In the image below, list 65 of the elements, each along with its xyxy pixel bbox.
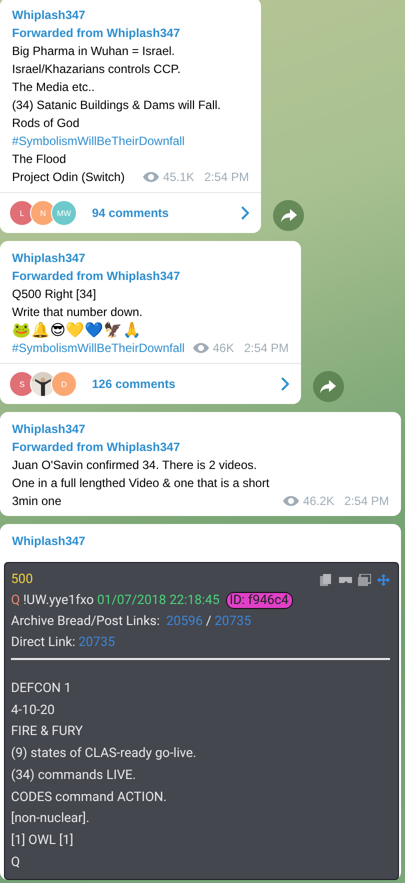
share-button[interactable] [312, 371, 344, 402]
forwarded-from[interactable]: Forwarded from Whiplash347 [12, 267, 180, 285]
chevron-icon[interactable] [280, 377, 289, 391]
user-avatar: S [9, 371, 35, 397]
post-text: FIRE & FURY [11, 723, 83, 742]
message-text: Project Odin (Switch) [12, 169, 125, 186]
message-text: Q500 Right [34] [12, 286, 96, 303]
eye-icon [282, 496, 299, 506]
archive-label: Archive Bread/Post Links: [11, 614, 160, 629]
user-avatar: MW [51, 200, 77, 226]
post-datetime: 01/07/2018 22:18:45 [97, 593, 220, 608]
post-text: 4-10-20 [11, 702, 55, 720]
post-text: [1] OWL [1] [11, 832, 74, 850]
share-icon [320, 380, 336, 394]
forwarded-from[interactable]: Forwarded from Whiplash347 [12, 24, 180, 42]
message-time: 2:54 PM [344, 493, 389, 510]
message-text: The Media etc.. [12, 79, 95, 96]
author-name[interactable]: Whiplash347 [12, 420, 86, 438]
copy-icon[interactable] [320, 574, 333, 586]
message-text: (34) Satanic Buildings & Dams will Fall. [12, 97, 221, 114]
separator: / [206, 614, 212, 629]
id-badge: ID: f946c4 [226, 592, 293, 609]
comments-link[interactable]: 126 comments [92, 377, 176, 391]
user-avatar: L [9, 200, 35, 226]
tripcode: !UW.yye1fxo [23, 593, 94, 608]
user-avatar: D [51, 371, 77, 397]
eye-icon [192, 343, 209, 353]
message-text: Write that number down. [12, 304, 143, 321]
post-text: Q [11, 854, 20, 872]
post-number: 500 [11, 571, 33, 589]
share-icon [280, 208, 296, 222]
comments-link[interactable]: 94 comments [92, 206, 169, 220]
message-time: 2:54 PM [204, 169, 249, 186]
view-count: 45.1K [162, 169, 194, 186]
view-count: 46.2K [302, 493, 334, 510]
forwarded-from[interactable]: Forwarded from Whiplash347 [12, 438, 180, 456]
share-button[interactable] [273, 200, 304, 231]
message-text: The Flood [12, 151, 66, 168]
chevron-icon[interactable] [241, 206, 249, 220]
direct-link[interactable]: 20735 [78, 635, 115, 650]
author-name[interactable]: Whiplash347 [12, 6, 86, 24]
eye-icon [142, 172, 159, 182]
message-time: 2:54 PM [244, 340, 289, 357]
user-avatar: N [30, 200, 56, 226]
archive-link[interactable]: 20596 [166, 614, 203, 629]
message-text: Israel/Khazarians controls CCP. [12, 61, 181, 78]
post-text: DEFCON 1 [11, 680, 72, 698]
message-text: Juan O'Savin confirmed 34. There is 2 videos. One in a full lengthed Video & one that is a short 3min one [12, 457, 270, 510]
image-icon[interactable] [358, 574, 371, 586]
post-text: [non-nuclear]. [11, 810, 90, 828]
post-text: (9) states of CLAS-ready go-live. [11, 745, 196, 764]
archive-link[interactable]: 20735 [214, 614, 252, 629]
post-text: CODES command ACTION. [11, 788, 167, 807]
view-count: 46K [212, 340, 234, 357]
author-name[interactable]: Whiplash347 [12, 249, 86, 267]
author-name[interactable]: Whiplash347 [12, 532, 86, 550]
message-text: Rods of God [12, 115, 80, 132]
hashtag-link[interactable]: #SymbolismWillBeTheirDownfall [12, 132, 185, 150]
poster-name: Q [11, 593, 20, 608]
hashtag-link[interactable]: #SymbolismWillBeTheirDownfall [12, 339, 185, 357]
emoji-line: 🐸🔔😎💛💙🦅🙏 [12, 321, 142, 339]
message-text: Big Pharma in Wuhan = Israel. [12, 43, 175, 60]
move-icon[interactable] [377, 574, 390, 586]
direct-link-label: Direct Link: [11, 635, 76, 650]
post-text: (34) commands LIVE. [11, 766, 136, 785]
